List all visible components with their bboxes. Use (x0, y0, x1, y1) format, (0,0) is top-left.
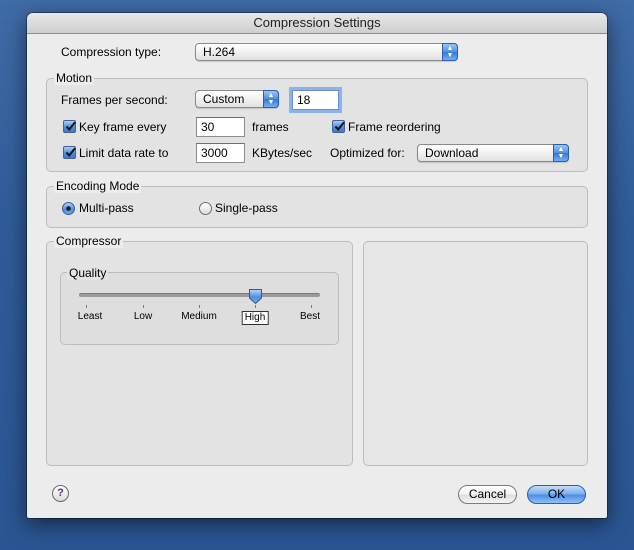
slider-thumb-icon[interactable] (248, 288, 263, 305)
quality-slider-track[interactable] (79, 293, 320, 297)
limit-data-rate-label: Limit data rate to (79, 146, 169, 160)
compressor-options-panel (363, 241, 588, 466)
multi-pass-radio[interactable] (62, 202, 75, 215)
checkmark-icon (65, 121, 76, 132)
compressor-title: Compressor (54, 234, 124, 248)
window-title: Compression Settings (27, 13, 607, 34)
quality-level-high: High (241, 311, 269, 325)
question-mark-icon: ? (57, 487, 64, 499)
optimized-for-label: Optimized for: (330, 146, 405, 160)
quality-tick (143, 305, 144, 308)
up-down-arrows-icon: ▲ ▼ (553, 144, 569, 162)
quality-group (60, 272, 339, 345)
up-down-arrows-icon: ▲ ▼ (442, 43, 458, 61)
quality-level-medium: Medium (181, 311, 217, 322)
fps-popup-value: Custom (203, 92, 245, 106)
help-button[interactable]: ? (52, 485, 69, 502)
cancel-button[interactable]: Cancel (458, 485, 517, 504)
optimized-for-value: Download (425, 146, 479, 160)
quality-tick (199, 305, 200, 308)
fps-label: Frames per second: (61, 93, 168, 107)
multi-pass-label: Multi-pass (79, 201, 134, 215)
quality-level-low: Low (133, 311, 153, 322)
compression-type-popup[interactable]: H.264 ▲ ▼ (195, 43, 458, 61)
compression-type-value: H.264 (203, 45, 236, 59)
quality-tick (311, 305, 312, 308)
quality-title: Quality (67, 266, 109, 280)
compression-type-label: Compression type: (61, 45, 162, 59)
up-down-arrows-icon: ▲ ▼ (263, 90, 279, 108)
ok-button[interactable]: OK (527, 485, 586, 504)
keyframe-input[interactable] (196, 117, 245, 137)
quality-tick (86, 305, 87, 308)
limit-data-rate-checkbox[interactable] (63, 146, 76, 159)
optimized-for-popup[interactable]: Download ▲ ▼ (417, 144, 569, 162)
limit-data-rate-input[interactable] (196, 143, 245, 163)
frame-reordering-label: Frame reordering (348, 120, 441, 134)
checkmark-icon (334, 121, 345, 132)
single-pass-radio[interactable] (199, 202, 212, 215)
quality-tick (255, 305, 256, 308)
fps-input[interactable] (292, 90, 339, 110)
checkmark-icon (65, 147, 76, 158)
limit-data-rate-unit: KBytes/sec (252, 146, 313, 160)
compression-settings-window: Compression Settings Compression type: H… (27, 13, 607, 518)
quality-level-best: Best (299, 311, 321, 322)
quality-level-least: Least (77, 311, 103, 322)
keyframe-checkbox[interactable] (63, 120, 76, 133)
keyframe-unit: frames (252, 120, 289, 134)
single-pass-label: Single-pass (215, 201, 278, 215)
quality-tick-labels: Least Low Medium High Best (27, 311, 357, 327)
motion-title: Motion (54, 71, 95, 85)
encoding-mode-title: Encoding Mode (54, 179, 142, 193)
keyframe-label: Key frame every (79, 120, 167, 134)
frame-reordering-checkbox[interactable] (332, 120, 345, 133)
fps-popup[interactable]: Custom ▲ ▼ (195, 90, 279, 108)
